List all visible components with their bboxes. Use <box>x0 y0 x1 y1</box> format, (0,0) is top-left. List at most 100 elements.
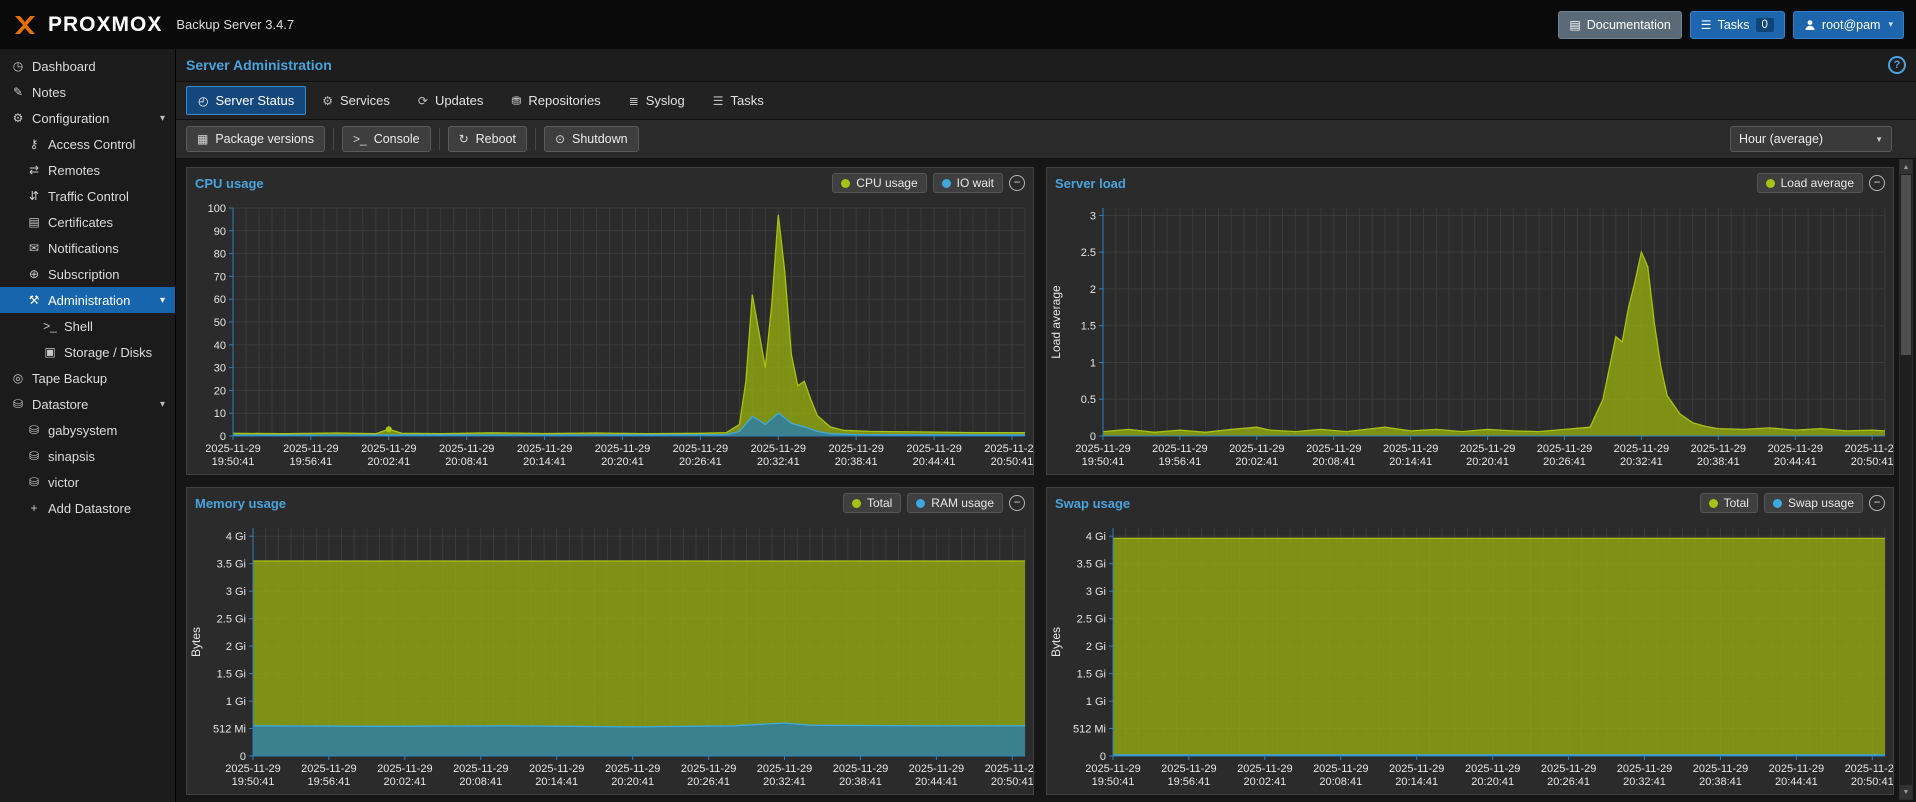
legend-item-swap-usage[interactable]: Swap usage <box>1763 493 1863 513</box>
svg-text:20:02:41: 20:02:41 <box>1243 776 1286 788</box>
legend-label: IO wait <box>956 176 994 190</box>
chart-body[interactable]: 0 10 20 30 40 50 60 70 80 90 100 2025-11-29 19:50:41… <box>187 198 1033 474</box>
svg-text:20:20:41: 20:20:41 <box>1466 456 1509 468</box>
sidebar-item-add-datastore[interactable]: + Add Datastore <box>0 495 175 521</box>
tab-server-status[interactable]: ◴ Server Status <box>186 86 307 115</box>
svg-text:20:14:41: 20:14:41 <box>1389 456 1432 468</box>
legend-item-io-wait[interactable]: IO wait <box>932 173 1003 193</box>
panel-header: Memory usage Total RAM usage − <box>187 488 1033 518</box>
list-icon: ☰ <box>1700 17 1712 32</box>
sidebar-item-subscription[interactable]: ⊕ Subscription <box>0 261 175 287</box>
svg-text:2025-11-29: 2025-11-29 <box>377 763 432 775</box>
collapse-chart-icon[interactable]: − <box>1869 495 1885 511</box>
svg-text:2025-11-29: 2025-11-29 <box>751 443 806 455</box>
legend-label: Swap usage <box>1787 496 1854 510</box>
time-range-select[interactable]: Hour (average) ▼ <box>1730 126 1892 152</box>
scrollbar[interactable]: ▲ ▼ <box>1899 159 1913 800</box>
svg-text:20:14:41: 20:14:41 <box>535 776 578 788</box>
tab-updates[interactable]: ⟳ Updates <box>406 86 495 115</box>
svg-text:20:44:41: 20:44:41 <box>915 776 958 788</box>
svg-text:2025-11-29: 2025-11-29 <box>906 443 961 455</box>
svg-text:2025-11-29: 2025-11-29 <box>1465 763 1520 775</box>
svg-text:2025-11-29: 2025-11-29 <box>1075 443 1130 455</box>
scroll-up-button[interactable]: ▲ <box>1900 160 1912 174</box>
button-label: Package versions <box>215 132 315 146</box>
sidebar-item-sinapsis[interactable]: ⛁ sinapsis <box>0 443 175 469</box>
reboot-button[interactable]: ↻ Reboot <box>447 126 527 152</box>
tab-tasks[interactable]: ☰ Tasks <box>701 86 776 115</box>
svg-text:19:56:41: 19:56:41 <box>1167 776 1210 788</box>
panel-title: Memory usage <box>195 495 287 511</box>
legend-item-load-average[interactable]: Load average <box>1756 173 1863 193</box>
chart-body[interactable]: 0 0.5 1 1.5 2 2.5 3 2025-11-29 19:50:41 2025-11-2… <box>1047 198 1893 474</box>
sidebar-item-victor[interactable]: ⛁ victor <box>0 469 175 495</box>
top-bar: PROXMOX Backup Server 3.4.7 ▤ Documentat… <box>0 0 1916 49</box>
legend-item-ram-usage[interactable]: RAM usage <box>907 493 1003 513</box>
tab-bar: ◴ Server Status ⚙ Services ⟳ Updates ⛃ Reposito… <box>176 81 1916 120</box>
svg-text:20:32:41: 20:32:41 <box>757 456 800 468</box>
svg-text:20:02:41: 20:02:41 <box>383 776 426 788</box>
sidebar-item-notes[interactable]: ✎ Notes <box>0 79 175 105</box>
svg-text:2025-11-29: 2025-11-29 <box>1313 763 1368 775</box>
tab-syslog[interactable]: ≣ Syslog <box>617 86 697 115</box>
tasks-button[interactable]: ☰ Tasks 0 <box>1689 10 1785 39</box>
sidebar-item-certificates[interactable]: ▤ Certificates <box>0 209 175 235</box>
scroll-down-button[interactable]: ▼ <box>1900 785 1912 799</box>
sidebar-item-traffic-control[interactable]: ⇵ Traffic Control <box>0 183 175 209</box>
chart-canvas[interactable]: 00.511.522.532025-11-2919:50:412025-11-2… <box>1047 198 1893 474</box>
svg-text:3: 3 <box>1090 210 1096 222</box>
chart-body[interactable]: 0 512 Mi 1 Gi 1.5 Gi 2 Gi 2.5 Gi 3 Gi 3.5 Gi 4 G… <box>187 518 1033 794</box>
sidebar-item-shell[interactable]: >_ Shell <box>0 313 175 339</box>
dashboard-icon: ◷ <box>12 59 24 73</box>
toolbar-separator <box>534 128 536 150</box>
svg-text:4 Gi: 4 Gi <box>1086 531 1106 543</box>
sidebar-item-gabysystem[interactable]: ⛁ gabysystem <box>0 417 175 443</box>
tasks-count-badge: 0 <box>1755 17 1774 32</box>
sidebar-item-access-control[interactable]: ⚷ Access Control <box>0 131 175 157</box>
collapse-chart-icon[interactable]: − <box>1009 495 1025 511</box>
package-versions-button[interactable]: ▦ Package versions <box>186 126 326 152</box>
sidebar-item-remotes[interactable]: ⇄ Remotes <box>0 157 175 183</box>
svg-text:20:38:41: 20:38:41 <box>839 776 882 788</box>
help-icon[interactable]: ? <box>1888 56 1906 74</box>
shutdown-button[interactable]: ⊙ Shutdown <box>543 126 639 152</box>
chart-canvas[interactable]: 0 512 Mi 1 Gi 1.5 Gi 2 Gi 2.5 Gi 3 Gi 3.5 Gi 4 G… <box>1047 518 1893 794</box>
legend-item-total[interactable]: Total <box>842 493 902 513</box>
chart-legend: Total RAM usage <box>842 493 1003 513</box>
sidebar-item-administration[interactable]: ⚒ Administration ▾ <box>0 287 175 313</box>
administration-icon: ⚒ <box>28 293 40 307</box>
chart-body[interactable]: 0 512 Mi 1 Gi 1.5 Gi 2 Gi 2.5 Gi 3 Gi 3.5 Gi 4 G… <box>1047 518 1893 794</box>
legend-item-total[interactable]: Total <box>1699 493 1758 513</box>
user-menu-button[interactable]: root@pam ▾ <box>1792 10 1904 39</box>
svg-text:2 Gi: 2 Gi <box>226 641 246 653</box>
collapse-chart-icon[interactable]: − <box>1009 175 1025 191</box>
documentation-button[interactable]: ▤ Documentation <box>1558 10 1682 39</box>
sidebar-item-notifications[interactable]: ✉ Notifications <box>0 235 175 261</box>
tab-repositories[interactable]: ⛃ Repositories <box>499 86 612 115</box>
sidebar-item-configuration[interactable]: ⚙ Configuration ▾ <box>0 105 175 131</box>
tab-label: Repositories <box>528 93 601 108</box>
svg-text:2025-11-29: 2025-11-29 <box>828 443 883 455</box>
svg-text:2 Gi: 2 Gi <box>1086 641 1106 653</box>
tab-services[interactable]: ⚙ Services <box>310 86 402 115</box>
chevron-down-icon: ▾ <box>159 398 165 410</box>
console-button[interactable]: >_ Console <box>342 126 431 152</box>
chart-canvas[interactable]: 01020304050607080901002025-11-2919:50:41… <box>187 198 1033 474</box>
sidebar-item-datastore[interactable]: ⛁ Datastore ▾ <box>0 391 175 417</box>
svg-text:3.5 Gi: 3.5 Gi <box>217 559 246 571</box>
chart-canvas[interactable]: 0 512 Mi 1 Gi 1.5 Gi 2 Gi 2.5 Gi 3 Gi 3.5 Gi 4 G… <box>187 518 1033 794</box>
sidebar-item-label: Notifications <box>48 240 119 256</box>
legend-item-cpu-usage[interactable]: CPU usage <box>832 173 927 193</box>
toolbar: ▦ Package versions >_ Console ↻ Reboot ⊙ Shutdo… <box>176 120 1916 159</box>
sidebar-item-storage-disks[interactable]: ▣ Storage / Disks <box>0 339 175 365</box>
svg-text:20:38:41: 20:38:41 <box>1699 776 1742 788</box>
notifications-icon: ✉ <box>28 241 40 255</box>
svg-text:2025-11-29: 2025-11-29 <box>673 443 728 455</box>
sidebar-item-tape-backup[interactable]: ◎ Tape Backup <box>0 365 175 391</box>
svg-text:20:26:41: 20:26:41 <box>679 456 722 468</box>
sidebar-item-dashboard[interactable]: ◷ Dashboard <box>0 53 175 79</box>
scrollbar-thumb[interactable] <box>1901 175 1911 355</box>
collapse-chart-icon[interactable]: − <box>1869 175 1885 191</box>
svg-text:3 Gi: 3 Gi <box>1086 586 1106 598</box>
svg-text:512 Mi: 512 Mi <box>1073 724 1106 736</box>
